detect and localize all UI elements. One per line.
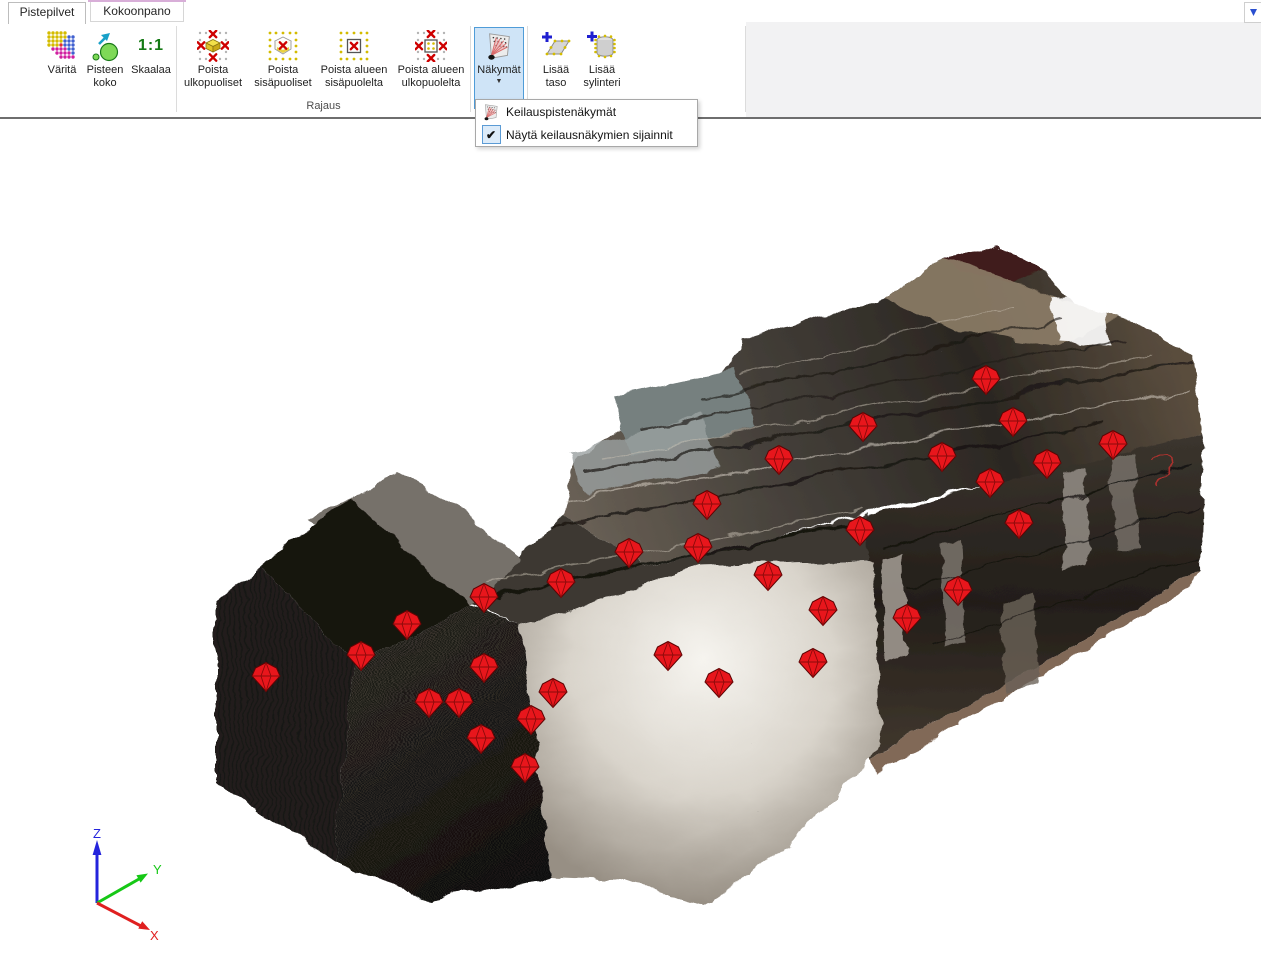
pin-icon — [1250, 9, 1257, 16]
lisaa-sylinteri-label: Lisää sylinteri — [577, 64, 627, 90]
dropdown-arrow-icon: ▼ — [496, 77, 503, 86]
y-axis-label: Y — [153, 862, 162, 877]
remove-outside-icon — [197, 28, 229, 64]
x-axis-arrow — [138, 921, 150, 930]
poista-ulkopuoliset-label: Poista ulkopuoliset — [181, 64, 245, 90]
pisteen-koko-button[interactable]: Pisteen koko — [82, 27, 128, 109]
poista-sisapuoliset-button[interactable]: Poista sisäpuoliset — [250, 27, 316, 109]
skaalaa-button[interactable]: 1:1 Skaalaa — [126, 27, 176, 109]
checkmark-icon: ✔ — [482, 125, 501, 144]
remove-area-outside-icon — [415, 28, 447, 64]
ribbon-corner-button[interactable] — [1244, 2, 1261, 23]
group-separator — [745, 26, 746, 112]
tab-pistepilvet[interactable]: Pistepilvet — [8, 2, 86, 24]
poista-alueen-ulkopuolelta-label: Poista alueen ulkopuolelta — [393, 64, 469, 90]
ribbon-tab-bar: Pistepilvet Kokoonpano — [0, 0, 1261, 22]
colorize-points-icon — [46, 28, 78, 64]
ribbon-filler — [746, 22, 1261, 117]
pisteen-koko-label: Pisteen koko — [83, 64, 127, 90]
menu-item-nayta-keilausnakymien-sijainnit[interactable]: ✔ Näytä keilausnäkymien sijainnit — [476, 123, 697, 146]
application-window: Z Y X Pistepilvet Kokoonpano — [0, 0, 1261, 953]
menu-item-label: Näytä keilausnäkymien sijainnit — [506, 128, 673, 142]
add-plane-icon — [540, 28, 572, 64]
lisaa-taso-button[interactable]: Lisää taso — [532, 27, 580, 109]
scan-view-icon — [476, 103, 506, 121]
nakymat-button[interactable]: Näkymät ▼ — [474, 27, 524, 109]
nakymat-label: Näkymät — [477, 64, 520, 77]
z-axis-arrow — [93, 840, 102, 855]
lisaa-taso-label: Lisää taso — [533, 64, 579, 90]
poista-ulkopuoliset-button[interactable]: Poista ulkopuoliset — [180, 27, 246, 109]
y-axis-arrow — [136, 874, 148, 883]
building-point-cloud — [200, 230, 1212, 952]
group-separator — [470, 26, 471, 112]
skaalaa-label: Skaalaa — [131, 64, 171, 77]
add-cylinder-icon — [586, 28, 618, 64]
poista-alueen-sisapuolelta-button[interactable]: Poista alueen sisäpuolelta — [315, 27, 393, 109]
scale-1-1-icon: 1:1 — [138, 28, 164, 64]
remove-inside-icon — [267, 28, 299, 64]
menu-item-keilauspistenakymat[interactable]: Keilauspistenäkymät — [476, 100, 697, 123]
nakymat-dropdown-menu: Keilauspistenäkymät ✔ Näytä keilausnäkym… — [475, 99, 698, 147]
menu-item-label: Keilauspistenäkymät — [506, 105, 616, 119]
rajaus-group-label: Rajaus — [177, 100, 470, 112]
poista-alueen-ulkopuolelta-button[interactable]: Poista alueen ulkopuolelta — [392, 27, 470, 109]
checkbox-checked[interactable]: ✔ — [476, 125, 506, 144]
axis-triad: Z Y X — [93, 826, 162, 943]
x-axis-label: X — [150, 928, 159, 943]
poista-alueen-sisapuolelta-label: Poista alueen sisäpuolelta — [316, 64, 392, 90]
scan-views-icon — [484, 28, 514, 64]
varita-label: Väritä — [48, 64, 77, 77]
point-size-icon — [89, 28, 121, 64]
poista-sisapuoliset-label: Poista sisäpuoliset — [251, 64, 315, 90]
remove-area-inside-icon — [338, 28, 370, 64]
lisaa-sylinteri-button[interactable]: Lisää sylinteri — [576, 27, 628, 109]
varita-button[interactable]: Väritä — [38, 27, 86, 109]
tab-kokoonpano[interactable]: Kokoonpano — [90, 2, 184, 22]
z-axis-label: Z — [93, 826, 101, 841]
